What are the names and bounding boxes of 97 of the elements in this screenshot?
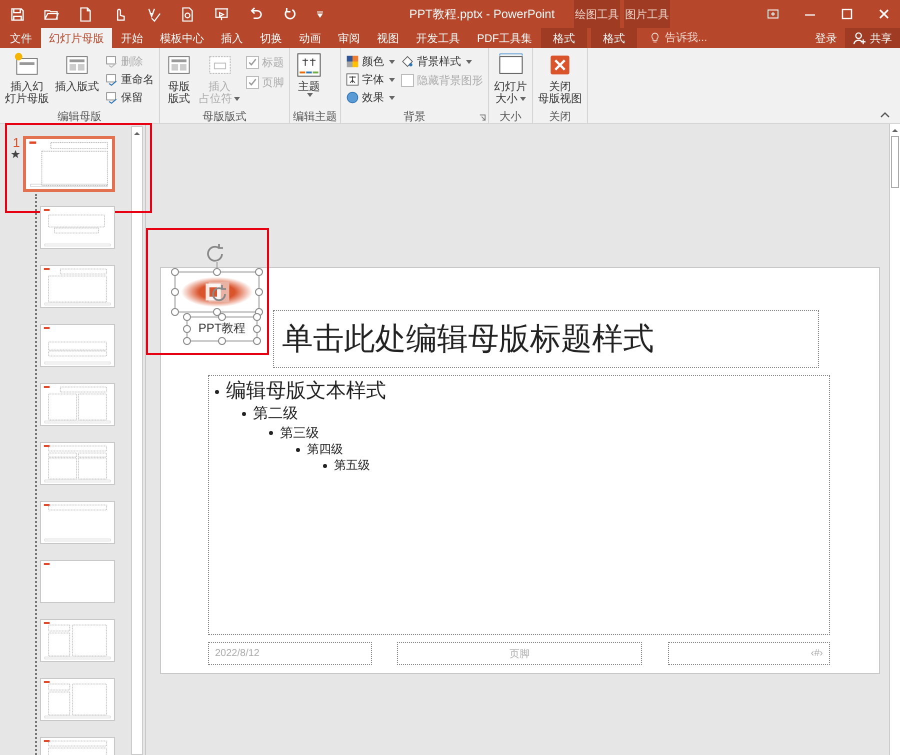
group-label: 编辑母版: [58, 110, 102, 124]
ribbon-button[interactable]: 字体: [344, 71, 397, 88]
slide-thumbnail[interactable]: [40, 206, 115, 249]
ribbon-tab[interactable]: 格式: [541, 28, 587, 48]
title-placeholder-text: 单击此处编辑母版标题样式: [282, 320, 654, 358]
scrollbar[interactable]: [889, 124, 900, 755]
customize-caret-icon[interactable]: [316, 10, 324, 18]
ribbon-tab[interactable]: 插入: [213, 28, 251, 48]
ribbon-tab[interactable]: 模板中心: [152, 28, 212, 48]
caption-text: PPT教程: [197, 320, 247, 337]
slide-thumbnail[interactable]: [23, 136, 115, 192]
background-style-icon: [401, 55, 414, 68]
spelling-icon[interactable]: [146, 6, 161, 22]
group-label: 编辑主题: [293, 110, 337, 124]
bullet-icon: [242, 412, 246, 416]
person-icon: [853, 32, 866, 44]
scroll-up-icon[interactable]: [891, 127, 899, 133]
bullet-text: 第四级: [307, 442, 343, 457]
date-text: 2022/8/12: [215, 648, 260, 659]
ribbon-button[interactable]: 幻灯片 大小: [492, 51, 529, 105]
ribbon-button[interactable]: 插入版式: [53, 51, 101, 93]
tell-me-field[interactable]: 告诉我...: [663, 31, 737, 45]
bullet-text: 第三级: [280, 424, 319, 441]
bullet-icon: [269, 430, 273, 435]
checkmark-icon: [247, 77, 258, 88]
bullet-icon: [323, 464, 327, 468]
dialog-launcher-icon[interactable]: [479, 114, 486, 121]
ribbon-tab[interactable]: 开发工具: [408, 28, 468, 48]
window-title: PPT教程.pptx - PowerPoint: [408, 6, 556, 22]
caret-icon: [234, 97, 240, 102]
maximize-icon[interactable]: [841, 8, 853, 20]
slide-thumbnail[interactable]: [40, 324, 115, 367]
font-icon: [346, 73, 359, 86]
slide-number-field: ‹#›: [810, 648, 823, 659]
ribbon-tab[interactable]: 开始: [113, 28, 151, 48]
ribbon-button[interactable]: 母版 版式: [163, 51, 195, 105]
ribbon-button[interactable]: 效果: [344, 89, 397, 106]
save-icon[interactable]: [10, 6, 25, 22]
slide-thumbnail[interactable]: [40, 501, 115, 544]
ribbon-tab[interactable]: 审阅: [330, 28, 368, 48]
effect-icon: [346, 91, 359, 104]
ribbon-tab[interactable]: 视图: [369, 28, 407, 48]
scrollbar-thumb[interactable]: [891, 136, 899, 188]
slide-number: 1: [12, 136, 20, 150]
bullet-icon: [215, 390, 219, 394]
ribbon-button[interactable]: 重命名: [103, 71, 156, 88]
slide-thumbnail[interactable]: [40, 265, 115, 308]
bullet-icon: [296, 448, 300, 452]
lightbulb-icon: [651, 32, 659, 44]
scrollbar[interactable]: [131, 126, 143, 755]
ribbon-tab[interactable]: 动画: [291, 28, 329, 48]
ribbon-button[interactable]: 颜色: [344, 53, 397, 70]
bullet-text: 编辑母版文本样式: [226, 379, 386, 404]
ribbon-tab[interactable]: PDF工具集: [469, 28, 540, 48]
footer-text: 页脚: [510, 648, 530, 660]
slide-thumbnail[interactable]: [40, 560, 115, 603]
ribbon-display-icon[interactable]: [767, 8, 779, 20]
collapse-ribbon-icon[interactable]: [880, 111, 890, 119]
ribbon-button[interactable]: 背景样式: [399, 53, 485, 70]
ribbon-button[interactable]: 保留: [103, 89, 156, 106]
color-icon: [346, 55, 359, 68]
group-label: 关闭: [549, 110, 571, 124]
slide-thumbnail[interactable]: [40, 442, 115, 485]
context-tab-header: 图片工具: [624, 0, 670, 28]
group-label: 大小: [500, 110, 522, 124]
new-file-icon[interactable]: [78, 6, 93, 22]
caret-icon: [389, 60, 395, 64]
caret-icon: [307, 93, 313, 97]
ribbon-tab[interactable]: 文件: [2, 28, 40, 48]
redo-icon[interactable]: [282, 6, 297, 22]
bullet-text: 第二级: [253, 405, 298, 424]
ribbon-button[interactable]: 关闭 母版视图: [536, 51, 584, 105]
slide-thumbnail[interactable]: [40, 383, 115, 426]
scroll-up-icon[interactable]: [133, 130, 141, 136]
bullet-text: 第五级: [334, 458, 370, 473]
ribbon-tab[interactable]: 切换: [252, 28, 290, 48]
slide-thumbnail[interactable]: [40, 678, 115, 721]
caret-icon: [466, 60, 472, 64]
theme-icon: [295, 51, 323, 79]
undo-icon[interactable]: [248, 6, 263, 22]
caret-icon: [520, 97, 526, 102]
print-preview-icon[interactable]: [180, 6, 195, 22]
sign-in-link[interactable]: 登录: [807, 28, 845, 48]
caret-icon: [389, 96, 395, 100]
context-tab-header: 绘图工具: [574, 0, 620, 28]
group-label: 背景: [404, 110, 426, 124]
close-icon[interactable]: [878, 8, 890, 20]
slideshow-icon[interactable]: [214, 6, 229, 22]
ribbon-tab[interactable]: 幻灯片母版: [41, 28, 112, 48]
ribbon-tab[interactable]: 格式: [591, 28, 637, 48]
ribbon-button[interactable]: 主题: [293, 51, 325, 97]
share-button[interactable]: 共享: [845, 28, 900, 48]
slide-thumbnail[interactable]: [40, 619, 115, 662]
checkmark-icon: [247, 57, 258, 68]
ribbon-button[interactable]: 插入幻 灯片母版: [3, 51, 51, 105]
group-label: 母版版式: [202, 110, 246, 124]
caret-icon: [389, 78, 395, 82]
